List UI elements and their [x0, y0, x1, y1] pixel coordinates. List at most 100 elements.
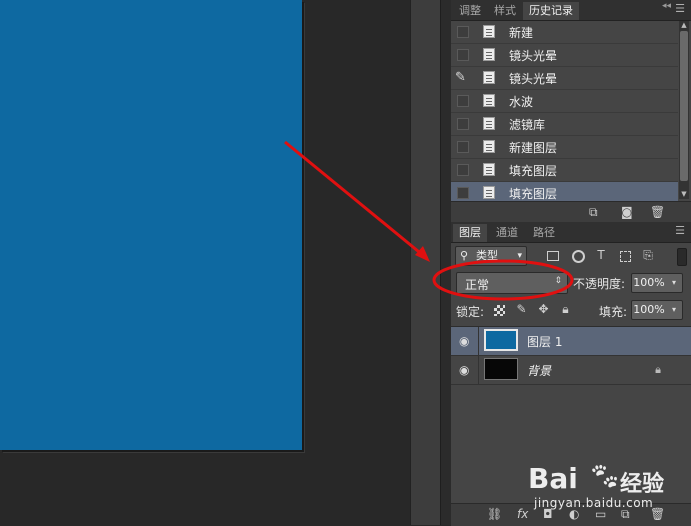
document-canvas[interactable] — [0, 0, 302, 450]
layer-row[interactable]: ◉ 背景 🔒︎ — [451, 356, 691, 385]
layers-panel-tabs: 图层 通道 路径 ☰ — [451, 222, 691, 243]
scroll-up-arrow[interactable]: ▲ — [679, 21, 689, 30]
history-source-checkbox[interactable] — [457, 118, 469, 130]
document-icon — [483, 71, 495, 84]
tab-adjustments[interactable]: 调整 — [453, 2, 487, 20]
history-source-checkbox[interactable] — [457, 26, 469, 38]
divider — [478, 356, 479, 384]
history-item-label: 新建图层 — [509, 141, 558, 155]
new-document-from-state-icon[interactable]: ⧉ — [589, 205, 598, 220]
blend-mode-select[interactable]: 正常 ⇕ — [456, 272, 568, 294]
document-icon — [483, 163, 495, 176]
fx-icon[interactable]: fx — [517, 507, 528, 521]
history-panel: 调整 样式 历史记录 ◂◂ ☰ 新建镜头光晕 ✎ 镜头光晕水波滤镜库新建图层填充图层… — [451, 0, 691, 222]
layer-name[interactable]: 图层 1 — [527, 333, 562, 350]
history-source-checkbox[interactable] — [457, 187, 469, 199]
watermark-url: jingyan.baidu.com — [534, 496, 654, 510]
tab-history[interactable]: 历史记录 — [523, 2, 579, 20]
filter-type-label: 类型 — [476, 249, 498, 262]
updown-arrow-icon: ⇕ — [554, 276, 562, 286]
panel-dock-strip — [410, 0, 441, 525]
panel-menu-icon[interactable]: ☰ — [673, 2, 687, 16]
layer-thumbnail[interactable] — [484, 329, 518, 351]
history-item[interactable]: 新建图层 — [451, 136, 678, 159]
layer-name[interactable]: 背景 — [527, 362, 551, 379]
history-item-label: 填充图层 — [509, 187, 558, 201]
history-item-label: 镜头光晕 — [509, 72, 558, 86]
history-item[interactable]: 水波 — [451, 90, 678, 113]
history-source-checkbox[interactable] — [457, 49, 469, 61]
link-layers-icon[interactable]: ⛓ — [487, 507, 502, 521]
collapse-icon[interactable]: ◂◂ — [662, 1, 671, 11]
adjustment-layer-filter-icon[interactable] — [572, 250, 585, 263]
divider — [478, 327, 479, 355]
document-workspace[interactable] — [0, 0, 410, 525]
history-item-label: 镜头光晕 — [509, 49, 558, 63]
fill-label: 填充: — [599, 305, 628, 319]
history-item-label: 填充图层 — [509, 164, 558, 178]
eye-visibility-icon[interactable]: ◉ — [459, 363, 469, 377]
tab-styles[interactable]: 样式 — [488, 2, 522, 20]
tab-channels[interactable]: 通道 — [490, 224, 524, 242]
layer-lock-icon[interactable]: 🔒︎ — [655, 363, 661, 377]
document-icon — [483, 186, 495, 199]
history-item[interactable]: 镜头光晕 — [451, 44, 678, 67]
history-item-label: 滤镜库 — [509, 118, 546, 132]
baidu-watermark-logo: Bai — [528, 462, 578, 495]
shape-layer-filter-icon[interactable] — [620, 251, 631, 262]
history-brush-source-icon[interactable]: ✎ — [455, 70, 466, 85]
opacity-input[interactable]: 100% — [631, 273, 667, 293]
history-item-label: 水波 — [509, 95, 534, 109]
history-item[interactable]: 填充图层 — [451, 159, 678, 182]
history-item[interactable]: ✎ 镜头光晕 — [451, 67, 678, 90]
lock-all-icon[interactable]: 🔒︎ — [559, 303, 572, 316]
tab-paths[interactable]: 路径 — [527, 224, 561, 242]
panel-dock-divider[interactable] — [440, 0, 451, 525]
lock-label: 锁定: — [456, 305, 485, 319]
lock-image-pixels-brush-icon[interactable]: ✎ — [515, 303, 528, 316]
history-source-checkbox[interactable] — [457, 141, 469, 153]
search-icon: ⚲ — [460, 249, 469, 262]
eye-visibility-icon[interactable]: ◉ — [459, 334, 469, 348]
fill-input[interactable]: 100% — [631, 300, 667, 320]
chevron-down-icon: ▾ — [517, 251, 522, 261]
scroll-thumb[interactable] — [680, 31, 688, 181]
layer-thumbnail[interactable] — [484, 358, 518, 380]
filter-toggle-switch[interactable] — [677, 248, 687, 266]
history-item-label: 新建 — [509, 26, 534, 40]
document-icon — [483, 94, 495, 107]
history-source-checkbox[interactable] — [457, 95, 469, 107]
type-layer-filter-icon[interactable]: T — [594, 248, 608, 262]
scroll-down-arrow[interactable]: ▼ — [679, 190, 689, 199]
trash-icon[interactable]: 🗑 — [650, 205, 665, 219]
history-item[interactable]: 滤镜库 — [451, 113, 678, 136]
history-source-checkbox[interactable] — [457, 164, 469, 176]
lock-transparent-pixels-icon[interactable] — [494, 305, 505, 316]
history-panel-tabs: 调整 样式 历史记录 ◂◂ ☰ — [451, 0, 691, 21]
lock-position-move-icon[interactable]: ✥ — [537, 303, 550, 316]
layer-row[interactable]: ◉ 图层 1 — [451, 327, 691, 356]
baidu-watermark-cn: 经验 — [620, 472, 665, 497]
document-icon — [483, 117, 495, 130]
layer-filter-row: ⚲ 类型 ▾ T ⎘ — [451, 244, 691, 268]
document-icon — [483, 140, 495, 153]
paw-icon: 🐾︎ — [588, 462, 622, 492]
pixel-layer-filter-icon[interactable] — [547, 251, 559, 261]
fill-dropdown-arrow[interactable]: ▾ — [666, 300, 683, 320]
history-footer: ⧉ ◙ 🗑 — [451, 201, 691, 222]
snapshot-camera-icon[interactable]: ◙ — [621, 205, 633, 219]
blend-mode-value: 正常 — [465, 278, 490, 292]
history-list: 新建 镜头光晕 ✎ 镜头光晕 水波 滤镜库 新建图层 填充图层 填充图层 — [451, 21, 678, 205]
opacity-label: 不透明度: — [573, 277, 626, 291]
tab-layers[interactable]: 图层 — [453, 224, 487, 242]
history-item[interactable]: 新建 — [451, 21, 678, 44]
history-scrollbar[interactable]: ▲ ▼ — [679, 21, 689, 199]
smart-object-filter-icon[interactable]: ⎘ — [641, 248, 655, 262]
panel-menu-icon[interactable]: ☰ — [673, 224, 687, 238]
document-icon — [483, 25, 495, 38]
document-icon — [483, 48, 495, 61]
filter-type-select[interactable]: ⚲ 类型 ▾ — [455, 246, 527, 266]
blend-row: 正常 ⇕ 不透明度: 100% ▾ — [451, 270, 691, 294]
opacity-dropdown-arrow[interactable]: ▾ — [666, 273, 683, 293]
lock-row: 锁定: ✎ ✥ 🔒︎ 填充: 100% ▾ — [451, 298, 691, 322]
